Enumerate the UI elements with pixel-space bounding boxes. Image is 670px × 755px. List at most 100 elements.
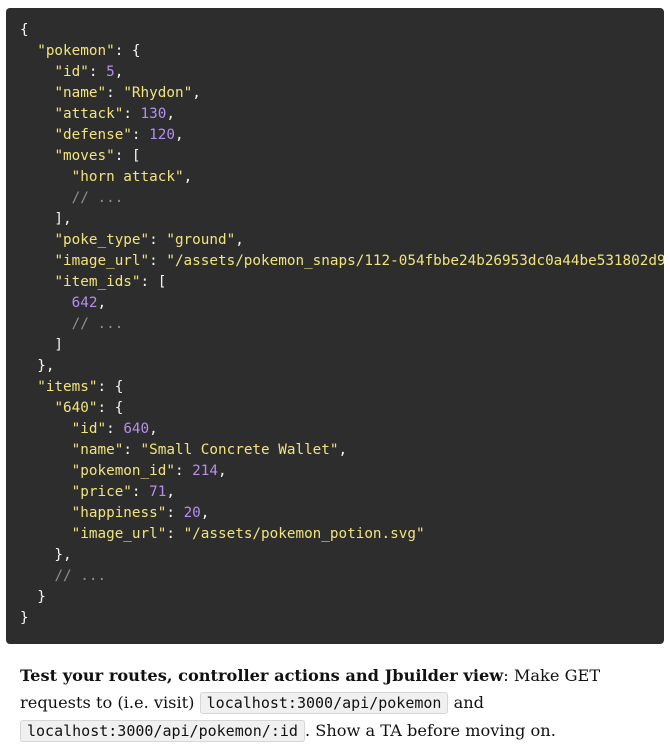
code-key: "image_url" (54, 253, 150, 269)
code-number: 71 (149, 484, 167, 500)
code-punctuation: : (149, 232, 167, 248)
code-punctuation: ], (20, 211, 72, 227)
code-line: "horn attack", (20, 167, 664, 188)
code-line: } (20, 608, 664, 629)
code-line: "image_url": "/assets/pokemon_potion.svg… (20, 524, 664, 545)
code-number: 20 (183, 505, 201, 521)
code-line: "price": 71, (20, 482, 664, 503)
code-punctuation (20, 316, 72, 332)
code-punctuation: : (166, 526, 184, 542)
code-comment: // ... (71, 316, 124, 332)
code-punctuation: : (88, 64, 107, 80)
code-line: } (20, 587, 664, 608)
code-number: 5 (106, 64, 115, 80)
code-punctuation: : (131, 484, 150, 500)
code-punctuation (20, 295, 72, 311)
code-punctuation: : (106, 85, 124, 101)
code-punctuation: } (20, 610, 29, 626)
code-number: 640 (123, 421, 150, 437)
code-punctuation: , (97, 295, 107, 311)
code-punctuation: , (114, 64, 124, 80)
code-punctuation: , (192, 85, 201, 101)
code-punctuation: { (20, 22, 29, 38)
code-punctuation (20, 505, 72, 521)
code-number: 120 (149, 127, 175, 143)
code-line: "item_ids": [ (20, 272, 664, 293)
code-punctuation (20, 169, 72, 185)
code-punctuation: : [ (114, 148, 141, 164)
code-punctuation: , (166, 484, 175, 500)
code-punctuation (20, 274, 54, 290)
code-punctuation (20, 253, 54, 269)
code-punctuation: } (20, 589, 46, 605)
code-line: ], (20, 209, 664, 230)
inline-code-index-route: localhost:3000/api/pokemon (199, 692, 449, 714)
instructions-text-2: and (448, 693, 485, 712)
code-line: 642, (20, 293, 664, 314)
code-punctuation: , (338, 442, 348, 458)
code-key: "image_url" (71, 526, 167, 542)
code-punctuation (20, 484, 72, 500)
code-key: "moves" (54, 148, 115, 164)
code-string: "ground" (166, 232, 236, 248)
code-punctuation: : { (97, 400, 124, 416)
code-line: // ... (20, 566, 664, 587)
code-punctuation: }, (20, 358, 55, 374)
code-key: "640" (54, 400, 98, 416)
code-punctuation: : (131, 127, 150, 143)
code-punctuation: : { (114, 43, 141, 59)
code-punctuation: : (123, 442, 141, 458)
code-line: "pokemon_id": 214, (20, 461, 664, 482)
code-key: "defense" (54, 127, 132, 143)
code-punctuation: }, (20, 547, 72, 563)
code-punctuation: , (174, 127, 184, 143)
code-line: "id": 5, (20, 62, 664, 83)
code-punctuation: , (166, 106, 175, 122)
inline-code-show-route: localhost:3000/api/pokemon/:id (20, 720, 305, 742)
code-punctuation: ] (20, 337, 64, 353)
instructions-bold-lead: Test your routes, controller actions and… (20, 666, 504, 685)
code-number: 130 (140, 106, 167, 122)
code-key: "pokemon" (37, 43, 115, 59)
code-key: "happiness" (71, 505, 167, 521)
code-punctuation (20, 568, 54, 584)
code-punctuation: , (235, 232, 244, 248)
code-key: "id" (71, 421, 107, 437)
code-string: "Rhydon" (123, 85, 193, 101)
code-block: { "pokemon": { "id": 5, "name": "Rhydon"… (6, 8, 664, 644)
code-punctuation (20, 85, 54, 101)
code-line: "id": 640, (20, 419, 664, 440)
code-punctuation: : (106, 421, 124, 437)
code-punctuation: , (183, 169, 193, 185)
code-number: 642 (71, 295, 98, 311)
code-key: "name" (71, 442, 124, 458)
code-comment: // ... (71, 190, 124, 206)
code-key: "id" (54, 64, 89, 80)
code-punctuation: , (218, 463, 227, 479)
code-punctuation (20, 442, 72, 458)
code-line: // ... (20, 314, 664, 335)
code-string: "Small Concrete Wallet" (140, 442, 339, 458)
code-number: 214 (192, 463, 218, 479)
code-line: "640": { (20, 398, 664, 419)
code-line: "defense": 120, (20, 125, 664, 146)
code-key: "attack" (54, 106, 124, 122)
code-punctuation: : { (97, 379, 124, 395)
code-string: "/assets/pokemon_potion.svg" (183, 526, 425, 542)
code-line: "pokemon": { (20, 41, 664, 62)
code-punctuation (20, 526, 72, 542)
code-line: }, (20, 545, 664, 566)
code-line: }, (20, 356, 664, 377)
code-line: "poke_type": "ground", (20, 230, 664, 251)
code-line: "attack": 130, (20, 104, 664, 125)
code-punctuation: : [ (140, 274, 167, 290)
instructions-paragraph: Test your routes, controller actions and… (20, 662, 660, 745)
code-punctuation (20, 106, 54, 122)
code-punctuation: : (174, 463, 193, 479)
code-punctuation: , (200, 505, 210, 521)
code-key: "items" (37, 379, 98, 395)
code-punctuation (20, 421, 72, 437)
code-comment: // ... (54, 568, 107, 584)
code-key: "pokemon_id" (71, 463, 175, 479)
code-punctuation: : (149, 253, 167, 269)
